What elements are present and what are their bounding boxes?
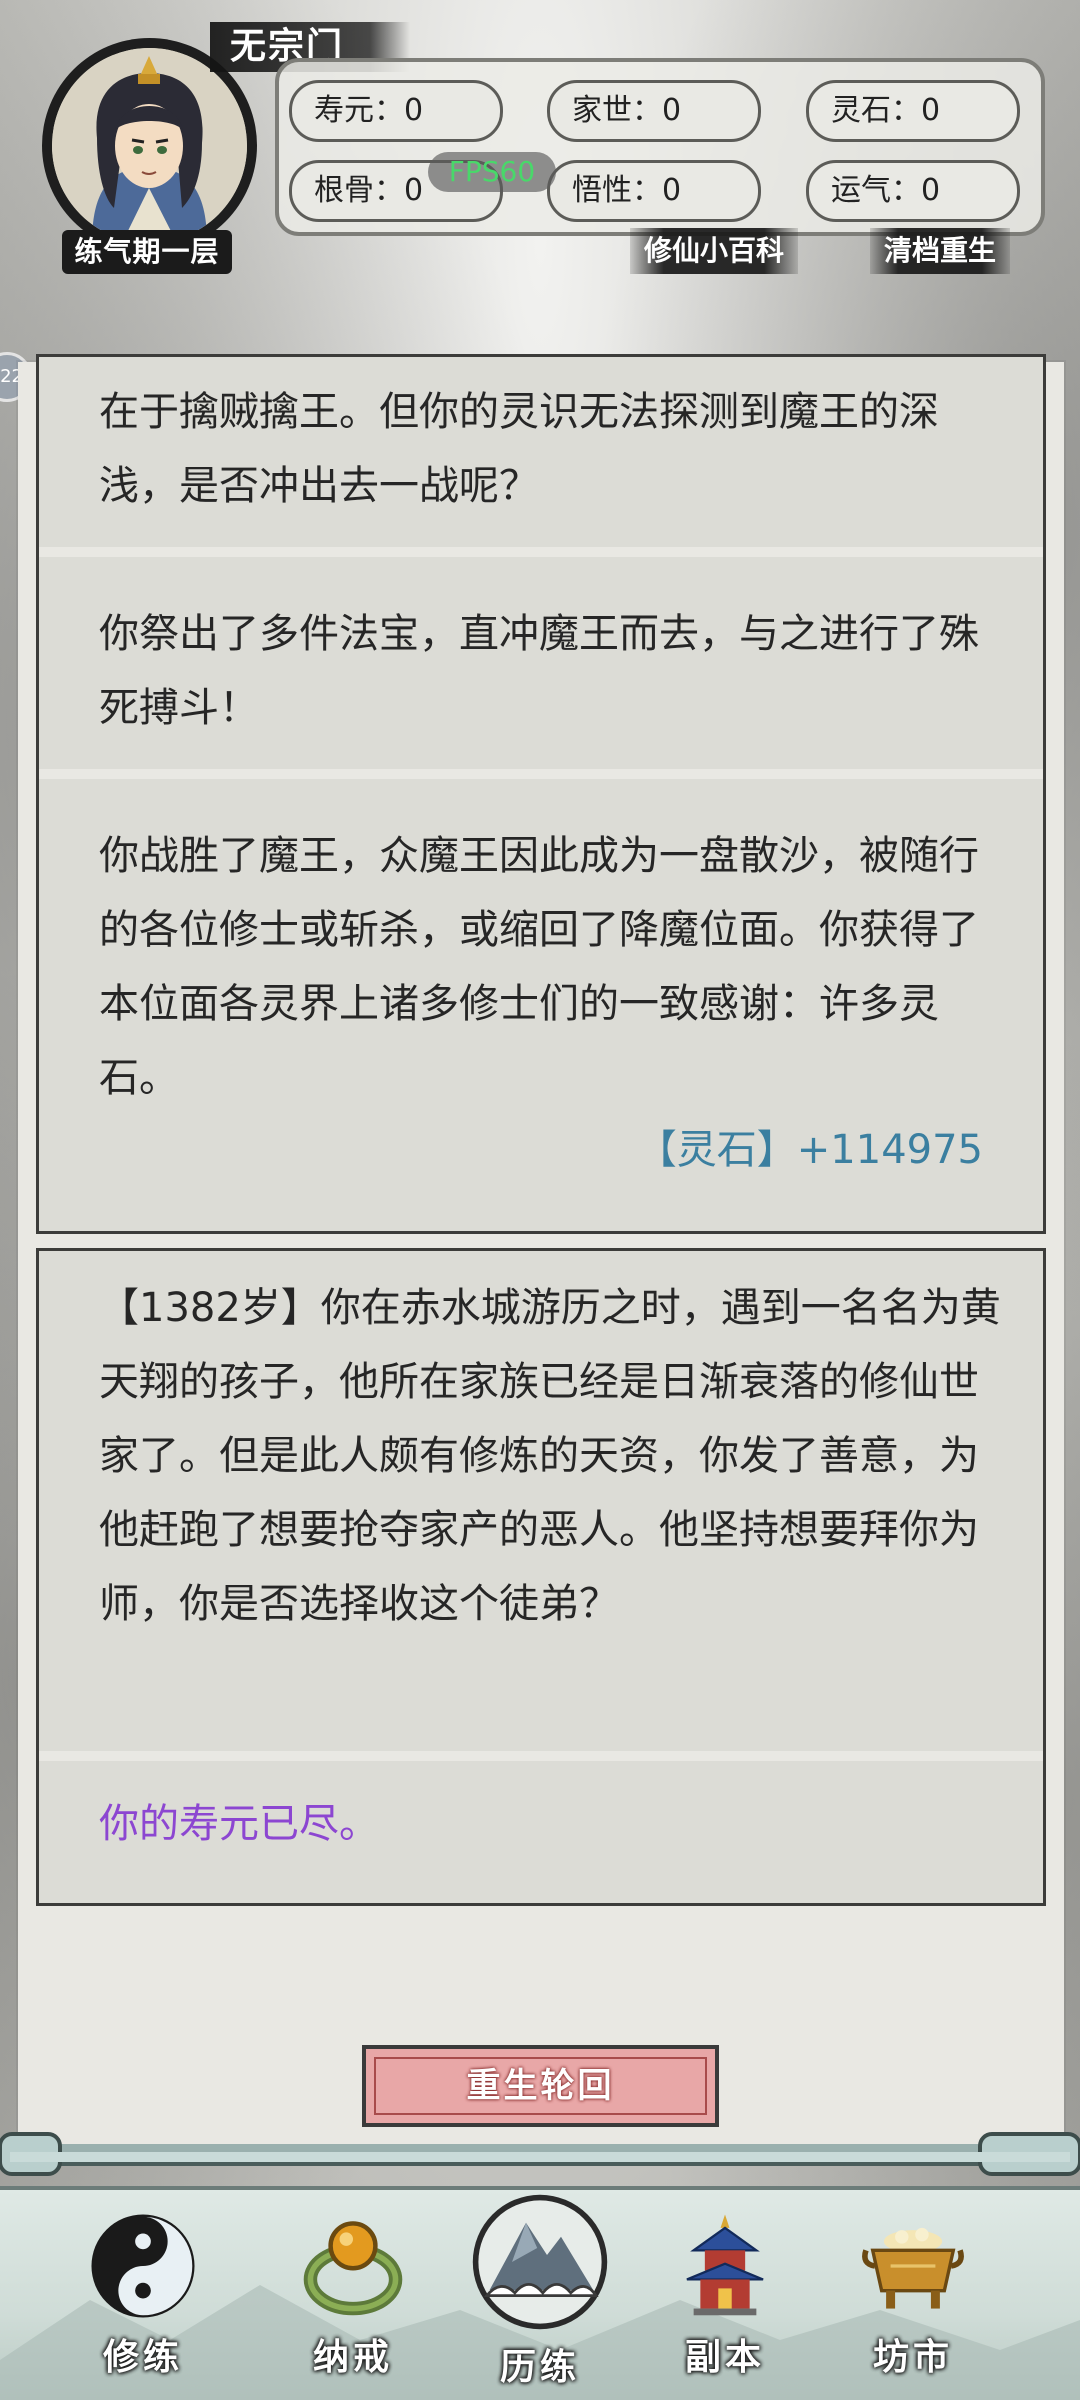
nav-experience[interactable]: 历练 [465, 2194, 615, 2390]
pagoda-icon [686, 2214, 764, 2316]
nav-dungeon[interactable]: 副本 [650, 2210, 800, 2390]
rebirth-button[interactable]: 重生轮回 [362, 2045, 719, 2127]
stat-label: 寿元： [314, 93, 404, 128]
nav-label: 纳戒 [312, 2337, 393, 2378]
stat-luck: 运气：0 [806, 160, 1020, 222]
nav-label: 坊市 [872, 2337, 953, 2378]
log-entry: 【1382岁】你在赤水城游历之时，遇到一名名为黄天翔的孩子，他所在家族已经是日渐… [39, 1251, 1043, 1761]
log-entry: 你祭出了多件法宝，直冲魔王而去，与之进行了殊死搏斗！ [39, 557, 1043, 779]
stat-family: 家世：0 [547, 80, 761, 142]
stats-panel: 寿元：0 家世：0 灵石：0 根骨：0 悟性：0 运气：0 [275, 58, 1045, 236]
stat-value: 0 [404, 173, 424, 208]
nav-cultivate[interactable]: 修练 [68, 2210, 218, 2390]
stat-label: 悟性： [572, 173, 662, 208]
realm-label: 练气期一层 [62, 230, 232, 274]
stat-value: 0 [662, 173, 682, 208]
stat-value: 0 [662, 93, 682, 128]
log-entry-text: 你战胜了魔王，众魔王因此成为一盘散沙，被随行的各位修士或斩杀，或缩回了降魔位面。… [99, 833, 979, 1101]
stat-label: 运气： [831, 173, 921, 208]
reset-save-button[interactable]: 清档重生 [870, 228, 1011, 274]
rebirth-label: 重生轮回 [374, 2057, 707, 2115]
nav-label: 副本 [684, 2337, 765, 2378]
stat-comprehension: 悟性：0 [547, 160, 761, 222]
log-card: 在于擒贼擒王。但你的灵识无法探测到魔王的深浅，是否冲出去一战呢？ 你祭出了多件法… [36, 354, 1046, 1234]
mountain-cloud-icon [472, 2194, 608, 2330]
stat-lifespan: 寿元：0 [289, 80, 503, 142]
nav-label: 修练 [102, 2337, 183, 2378]
cauldron-icon [862, 2227, 964, 2309]
fps-counter: FPS60 [428, 152, 556, 192]
stat-label: 灵石： [831, 93, 921, 128]
encyclopedia-button[interactable]: 修仙小百科 [630, 228, 799, 274]
log-entry: 你战胜了魔王，众魔王因此成为一盘散沙，被随行的各位修士或斩杀，或缩回了降魔位面。… [39, 779, 1043, 1231]
stat-label: 家世： [572, 93, 662, 128]
reward-spirit-stones: 【灵石】+114975 [636, 1127, 983, 1173]
yin-yang-icon [91, 2214, 195, 2318]
nav-label: 历练 [499, 2347, 580, 2388]
log-entry: 在于擒贼擒王。但你的灵识无法探测到魔王的深浅，是否冲出去一战呢？ [39, 357, 1043, 557]
event-log-scroll[interactable]: 在于擒贼擒王。但你的灵识无法探测到魔王的深浅，是否冲出去一战呢？ 你祭出了多件法… [18, 354, 1064, 2152]
nav-market[interactable]: 坊市 [838, 2210, 988, 2390]
scroll-rod-divider [0, 2130, 1080, 2184]
header: 练气期一层 无宗门 寿元：0 家世：0 灵石：0 根骨：0 悟性：0 运气：0 … [0, 0, 1080, 320]
lifespan-ended-text: 你的寿元已尽。 [39, 1761, 1043, 1903]
bottom-nav: 修练 纳戒 历练 副本 坊市 [0, 2186, 1080, 2400]
stat-spirit-stones: 灵石：0 [806, 80, 1020, 142]
avatar-portrait [52, 48, 247, 243]
nav-ring[interactable]: 纳戒 [278, 2210, 428, 2390]
stat-value: 0 [921, 173, 941, 208]
stat-label: 根骨： [314, 173, 404, 208]
log-card: 【1382岁】你在赤水城游历之时，遇到一名名为黄天翔的孩子，他所在家族已经是日渐… [36, 1248, 1046, 1906]
stat-value: 0 [404, 93, 424, 128]
ring-icon [303, 2221, 403, 2316]
stat-value: 0 [921, 93, 941, 128]
